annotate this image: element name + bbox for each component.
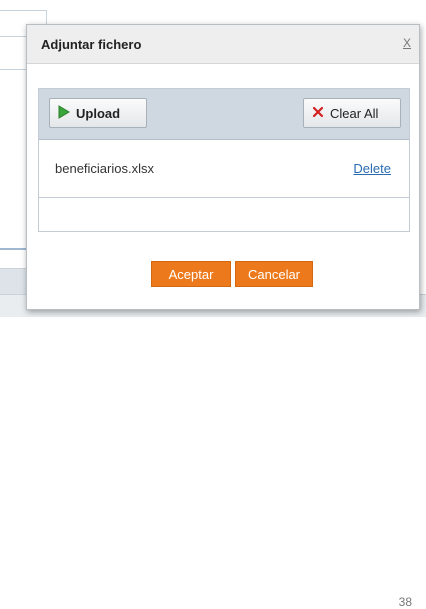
file-uploader: Upload Clear All beneficiarios.xlsx Dele… <box>38 88 410 232</box>
background-panel <box>0 36 26 70</box>
attach-file-dialog: Adjuntar fichero X Upload Clear All bene… <box>26 24 420 310</box>
clear-all-label: Clear All <box>330 105 379 121</box>
upload-button[interactable]: Upload <box>49 98 147 128</box>
dialog-header: Adjuntar fichero X <box>27 25 419 64</box>
page-number: 38 <box>398 595 412 609</box>
cancel-button[interactable]: Cancelar <box>235 261 313 287</box>
file-name: beneficiarios.xlsx <box>55 161 154 176</box>
play-arrow-icon <box>58 104 70 122</box>
dialog-title: Adjuntar fichero <box>41 37 142 52</box>
delete-link[interactable]: Delete <box>353 161 391 176</box>
close-button[interactable]: X <box>403 36 411 50</box>
uploader-toolbar: Upload Clear All <box>39 89 409 140</box>
accept-button[interactable]: Aceptar <box>151 261 231 287</box>
clear-all-button[interactable]: Clear All <box>303 98 401 128</box>
x-icon <box>312 106 324 121</box>
upload-label: Upload <box>76 105 121 121</box>
background-divider <box>0 248 26 250</box>
file-row: beneficiarios.xlsx Delete <box>39 139 409 198</box>
